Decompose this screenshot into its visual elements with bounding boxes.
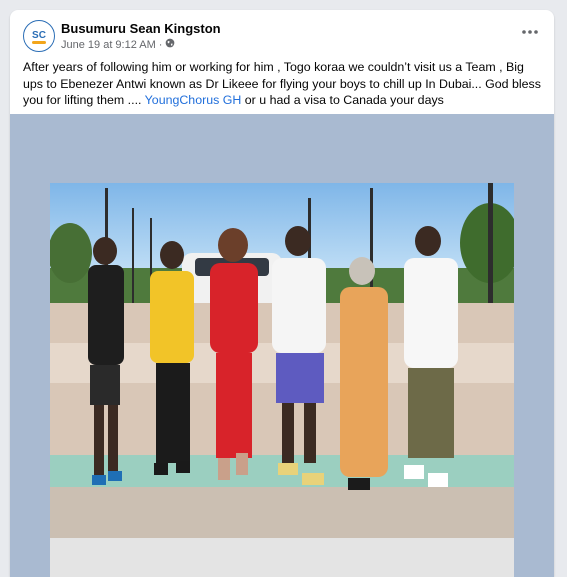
group-photo-illustration <box>50 183 514 577</box>
post-timestamp[interactable]: June 19 at 9:12 AM <box>61 39 156 51</box>
post-card: SC Busumuru Sean Kingston June 19 at 9:1… <box>10 10 554 577</box>
more-options-icon[interactable] <box>520 24 540 40</box>
avatar[interactable]: SC <box>23 20 55 52</box>
avatar-logo: SC <box>32 30 46 44</box>
post-media <box>10 114 554 577</box>
post-text: After years of following him or working … <box>23 59 545 109</box>
post-photo[interactable] <box>50 183 514 577</box>
post-meta: June 19 at 9:12 AM · <box>61 38 175 51</box>
post-text-part2: or u had a visa to Canada your days <box>241 93 444 107</box>
svg-text:SC: SC <box>32 30 46 41</box>
post-header: SC Busumuru Sean Kingston June 19 at 9:1… <box>10 10 554 60</box>
author-name[interactable]: Busumuru Sean Kingston <box>61 21 221 36</box>
meta-separator: · <box>158 38 163 51</box>
mention-link[interactable]: YoungChorus GH <box>145 93 242 107</box>
globe-icon <box>165 38 175 51</box>
